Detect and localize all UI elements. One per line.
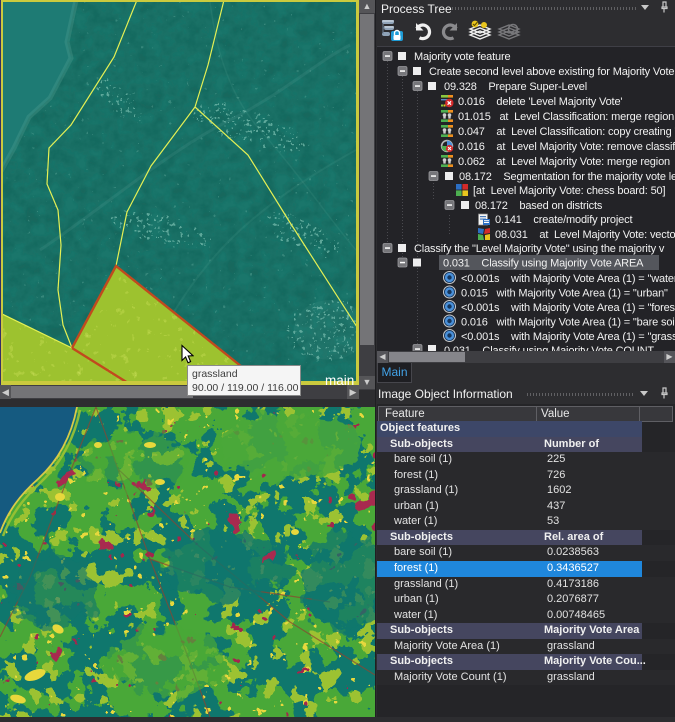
svg-text:08.031 at Level Majority V: 08.031 at Level Majority Vote: vector- [495,229,675,241]
svg-text:0.141 create/modify project: 0.141 create/modify project [495,214,632,226]
svg-text:Create second level above exis: Create second level above existing for M… [429,66,675,78]
svg-text:<0.001s with Majority Vote: <0.001s with Majority Vote Area (1) = "g… [461,331,675,343]
svg-text:08.172 based on districts: 08.172 based on districts [475,200,603,212]
svg-text:09.328 Prepare Super-Level: 09.328 Prepare Super-Level [444,81,587,93]
svg-text:0.031 Classify using Majori: 0.031 Classify using Majority Vote AREA [443,258,644,270]
svg-text:08.172 Segmentation for the: 08.172 Segmentation for the majority vot… [459,171,675,183]
svg-text:0.015 with Majority Vote Are: 0.015 with Majority Vote Area (1) = "urb… [461,288,668,300]
svg-text:0.016 at Level Majority Vo: 0.016 at Level Majority Vote: remove cla… [458,141,675,153]
svg-text:0.016 delete 'Level Majorit: 0.016 delete 'Level Majority Vote' [458,96,622,108]
svg-text:0.016 with Majority Vote Are: 0.016 with Majority Vote Area (1) = "bar… [461,317,675,329]
svg-text:Majority vote feature: Majority vote feature [414,51,511,63]
svg-text:<0.001s with Majority Vote: <0.001s with Majority Vote Area (1) = "w… [461,273,675,285]
svg-text:0.047 at Level Classificat: 0.047 at Level Classification: copy crea… [458,126,675,138]
svg-text:0.062 at Level Majority Vo: 0.062 at Level Majority Vote: merge regi… [458,156,670,168]
svg-text:[at Level Majority Vote: ches: [at Level Majority Vote: chess board: 50… [473,185,666,197]
svg-text:<0.001s with Majority Vote: <0.001s with Majority Vote Area (1) = "f… [461,302,675,314]
svg-text:Classify the "Level Majority V: Classify the "Level Majority Vote" using… [414,243,665,255]
svg-text:01.015 at Level Classificat: 01.015 at Level Classification: merge re… [458,111,674,123]
